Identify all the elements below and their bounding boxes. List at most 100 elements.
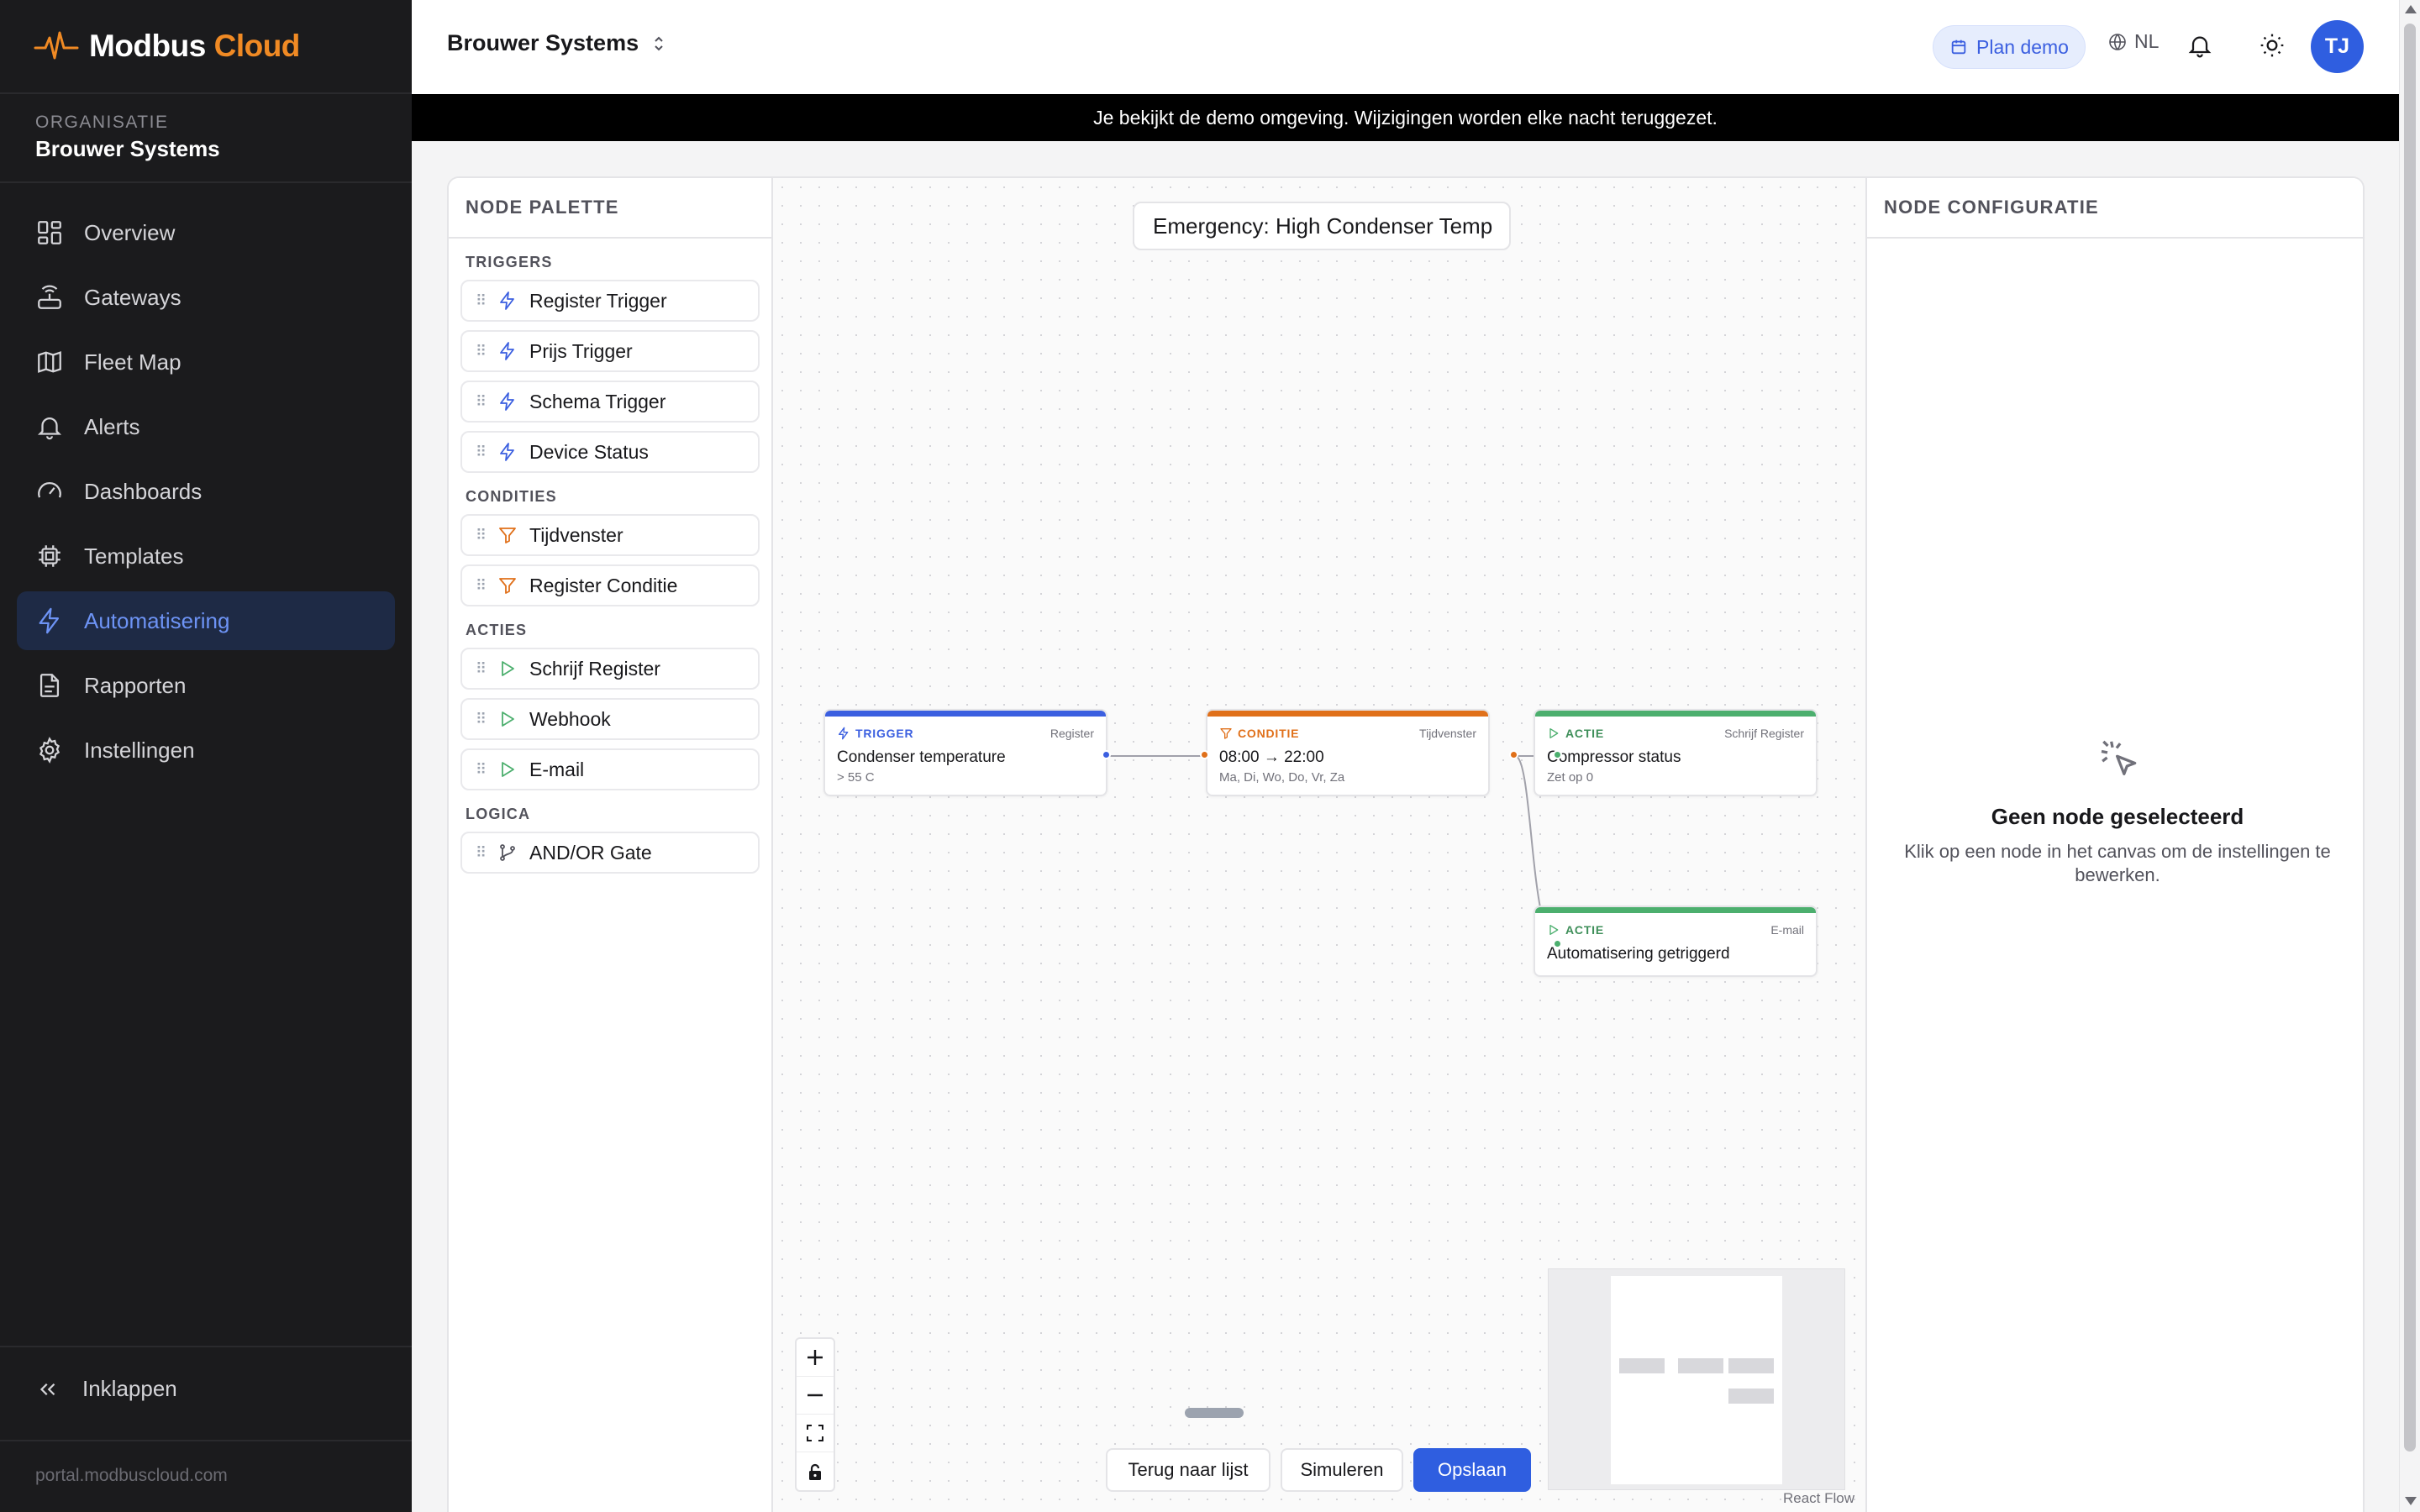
nav-item-overview[interactable]: Overview	[17, 203, 395, 262]
palette-item-device-status[interactable]: ⠿ Device Status	[460, 431, 760, 473]
filter-icon	[499, 578, 516, 594]
react-flow-attribution[interactable]: React Flow	[1783, 1490, 1854, 1507]
simulate-button[interactable]: Simuleren	[1281, 1448, 1403, 1492]
zoom-in-button[interactable]	[797, 1339, 834, 1377]
router-icon	[38, 285, 61, 309]
nav-item-rapporten[interactable]: Rapporten	[17, 656, 395, 715]
node-title: Automatisering getriggerd	[1547, 945, 1730, 963]
back-to-list-button[interactable]: Terug naar lijst	[1106, 1448, 1270, 1492]
drag-handle-icon[interactable]: ⠿	[476, 343, 487, 360]
flow-node-trigger[interactable]: TRIGGER Register Condenser temperature >…	[823, 709, 1107, 796]
chevrons-left-icon	[39, 1383, 55, 1395]
theme-toggle-button[interactable]	[2259, 32, 2286, 63]
bell-icon	[2188, 36, 2212, 58]
nav-item-instellingen[interactable]: Instellingen	[17, 721, 395, 780]
nav-item-templates[interactable]: Templates	[17, 527, 395, 585]
palette-item-and-or-gate[interactable]: ⠿ AND/OR Gate	[460, 832, 760, 874]
drag-handle-icon[interactable]: ⠿	[476, 761, 487, 779]
calendar-icon	[1951, 39, 1966, 55]
target-handle[interactable]	[1200, 750, 1209, 759]
plus-icon	[808, 1350, 823, 1365]
nav-item-label: Instellingen	[84, 737, 195, 763]
notifications-button[interactable]	[2186, 32, 2213, 63]
minimap[interactable]	[1548, 1268, 1845, 1490]
sidebar-divider	[0, 1346, 412, 1347]
filter-icon	[499, 528, 516, 543]
drag-handle-icon[interactable]: ⠿	[476, 393, 487, 411]
organization-switcher[interactable]: Brouwer Systems	[447, 30, 667, 56]
page-scrollbar[interactable]	[2399, 0, 2420, 1512]
fit-view-button[interactable]	[797, 1415, 834, 1452]
palette-section-label: CONDITIES	[466, 488, 557, 505]
node-type-label: Register	[1050, 727, 1094, 740]
nav-item-label: Overview	[84, 219, 176, 245]
source-handle[interactable]	[1102, 750, 1111, 759]
drag-handle-icon[interactable]: ⠿	[476, 660, 487, 678]
nav-item-dashboards[interactable]: Dashboards	[17, 462, 395, 521]
flow-node-action-write-register[interactable]: ACTIE Schrijf Register Compressor status…	[1534, 709, 1818, 796]
scroll-up-arrow-icon[interactable]	[2405, 5, 2417, 13]
pointer-click-icon	[2101, 740, 2137, 775]
node-palette-title: NODE PALETTE	[449, 178, 771, 239]
empty-state-title: Geen node geselecteerd	[1991, 804, 2244, 829]
scroll-down-arrow-icon[interactable]	[2405, 1497, 2417, 1505]
palette-item-tijdvenster[interactable]: ⠿ Tijdvenster	[460, 514, 760, 556]
empty-state: Geen node geselecteerd Klik op een node …	[1867, 740, 2363, 887]
nav-item-fleet-map[interactable]: Fleet Map	[17, 333, 395, 391]
flow-node-condition[interactable]: CONDITIE Tijdvenster 08:00 → 22:00 Ma, D…	[1206, 709, 1490, 796]
target-handle[interactable]	[1553, 939, 1562, 948]
play-icon	[1549, 925, 1559, 935]
palette-item-webhook[interactable]: ⠿ Webhook	[460, 698, 760, 740]
nav-item-alerts[interactable]: Alerts	[17, 397, 395, 456]
sidebar: Modbus Cloud ORGANISATIE Brouwer Systems…	[0, 0, 412, 1512]
palette-item-schrijf-register[interactable]: ⠿ Schrijf Register	[460, 648, 760, 690]
palette-item-label: Register Trigger	[529, 289, 667, 312]
drag-handle-icon[interactable]: ⠿	[476, 844, 487, 862]
minimap-node	[1678, 1358, 1723, 1373]
plan-demo-button[interactable]: Plan demo	[1933, 25, 2086, 69]
node-title: Condenser temperature	[837, 748, 1006, 766]
gear-icon	[39, 737, 60, 764]
play-icon	[502, 762, 514, 777]
drag-handle-icon[interactable]: ⠿	[476, 292, 487, 310]
play-icon	[1549, 728, 1559, 738]
resize-handle[interactable]	[1185, 1408, 1244, 1418]
drag-handle-icon[interactable]: ⠿	[476, 577, 487, 595]
palette-item-register-trigger[interactable]: ⠿ Register Trigger	[460, 280, 760, 322]
palette-section-label: TRIGGERS	[466, 254, 553, 270]
source-handle[interactable]	[1509, 750, 1518, 759]
save-button[interactable]: Opslaan	[1413, 1448, 1531, 1492]
palette-item-schema-trigger[interactable]: ⠿ Schema Trigger	[460, 381, 760, 423]
lock-button[interactable]	[797, 1452, 834, 1490]
user-avatar[interactable]: TJ	[2311, 20, 2364, 73]
node-kind: ACTIE	[1547, 923, 1604, 937]
flow-node-action-email[interactable]: ACTIE E-mail Automatisering getriggerd	[1534, 906, 1818, 977]
palette-item-register-conditie[interactable]: ⠿ Register Conditie	[460, 564, 760, 606]
play-icon	[502, 661, 514, 676]
node-kind: ACTIE	[1547, 727, 1604, 740]
node-type-label: Schrijf Register	[1724, 727, 1804, 740]
drag-handle-icon[interactable]: ⠿	[476, 711, 487, 728]
node-kind-label: TRIGGER	[855, 727, 914, 740]
minimap-node	[1728, 1358, 1774, 1373]
zoom-out-button[interactable]	[797, 1377, 834, 1415]
node-palette: NODE PALETTE TRIGGERS ⠿ Register Trigger…	[449, 178, 773, 1512]
drag-handle-icon[interactable]: ⠿	[476, 444, 487, 461]
palette-item-prijs-trigger[interactable]: ⠿ Prijs Trigger	[460, 330, 760, 372]
brand-logo[interactable]: Modbus Cloud	[34, 25, 300, 67]
sun-icon	[2260, 34, 2284, 57]
nav-item-gateways[interactable]: Gateways	[17, 268, 395, 327]
node-description: Ma, Di, Wo, Do, Vr, Za	[1219, 770, 1345, 785]
language-switcher[interactable]: NL	[2107, 30, 2159, 53]
plan-demo-label: Plan demo	[1976, 35, 2069, 58]
drag-handle-icon[interactable]: ⠿	[476, 527, 487, 544]
node-color-bar	[1535, 711, 1816, 717]
nav-item-automatisering[interactable]: Automatisering	[17, 591, 395, 650]
target-handle[interactable]	[1553, 750, 1562, 759]
nav-item-label: Dashboards	[84, 478, 203, 504]
collapse-label: Inklappen	[82, 1376, 177, 1401]
scrollbar-thumb[interactable]	[2404, 24, 2416, 1452]
collapse-sidebar-button[interactable]: Inklappen	[35, 1376, 177, 1402]
palette-item-e-mail[interactable]: ⠿ E-mail	[460, 748, 760, 790]
flow-canvas[interactable]: Emergency: High Condenser Temp TRIGGER R…	[773, 178, 1865, 1512]
